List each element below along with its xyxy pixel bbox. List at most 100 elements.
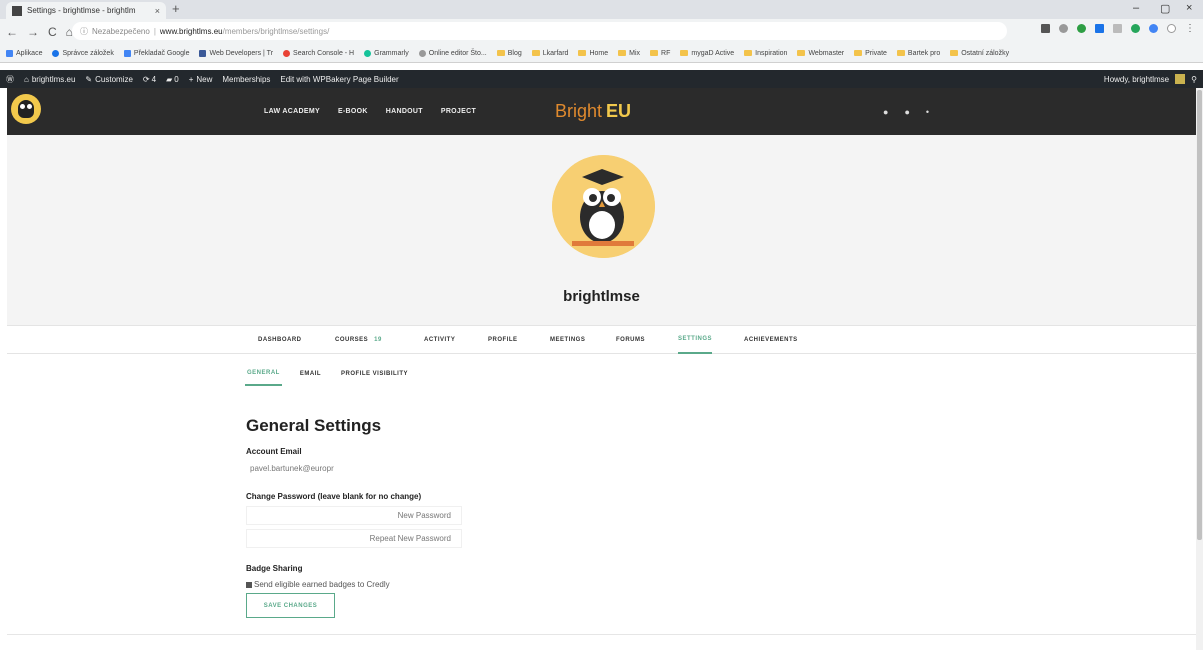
bookmark-folder[interactable]: Lkarfard (531, 50, 568, 57)
maximize-button[interactable]: ▢ (1160, 2, 1170, 15)
tab-profile[interactable]: PROFILE (488, 326, 518, 354)
menu-icon[interactable]: ⋮ (1185, 23, 1195, 34)
account-email-label: Account Email (246, 447, 302, 456)
tab-meetings[interactable]: MEETINGS (550, 326, 585, 354)
extension-blue-icon[interactable] (1095, 24, 1104, 33)
page-title: General Settings (246, 416, 382, 435)
bookmark-item[interactable]: Správce záložek (52, 49, 114, 57)
customize-link[interactable]: ✎ Customize (85, 75, 133, 84)
comments-link[interactable]: ▰ 0 (166, 75, 179, 84)
bookmark-item[interactable]: Web Developers | Tr (199, 49, 273, 57)
info-icon[interactable]: ⓘ (80, 26, 88, 37)
extension-green-icon[interactable] (1077, 24, 1086, 33)
nav-e-book[interactable]: E-BOOK (338, 108, 368, 115)
search-icon[interactable]: ● (883, 107, 888, 117)
extension-gray-icon[interactable] (1113, 24, 1122, 33)
apps-icon (6, 49, 13, 57)
bookmark-item[interactable]: Online editor Što... (418, 49, 487, 57)
owl-logo-icon[interactable] (11, 94, 41, 124)
bookmark-item[interactable]: Překladač Google (123, 49, 189, 57)
reload-icon[interactable]: C (48, 25, 57, 39)
browser-tab[interactable]: Settings - brightlmse - brightlm × (6, 2, 166, 19)
badge-sharing-checkbox[interactable]: Send eligible earned badges to Credly (246, 580, 390, 589)
folder-icon (578, 50, 587, 56)
profile-icon[interactable] (1167, 24, 1176, 33)
key-icon[interactable] (1041, 24, 1050, 33)
tab-activity[interactable]: ACTIVITY (424, 326, 455, 354)
star-icon[interactable] (1059, 24, 1068, 33)
subtab-profile-visibility[interactable]: PROFILE VISIBILITY (339, 362, 410, 386)
bookmarks-bar: Aplikace Správce záložek Překladač Googl… (0, 44, 1203, 63)
wordpress-logo-icon[interactable]: Ⓦ (6, 74, 14, 85)
browser-toolbar: ← → C ⌂ ⓘ Nezabezpečeno | www.brightlms.… (0, 19, 1203, 44)
memberships-link[interactable]: Memberships (222, 75, 270, 84)
scrollbar-thumb[interactable] (1197, 90, 1202, 540)
nav-project[interactable]: PROJECT (441, 108, 476, 115)
bookmark-item[interactable]: Grammarly (364, 49, 409, 57)
subtab-email[interactable]: EMAIL (298, 362, 323, 386)
admin-site-link[interactable]: ⌂ brightlms.eu (24, 75, 75, 84)
tab-courses[interactable]: COURSES 19 (335, 326, 382, 354)
wp-admin-bar: Ⓦ ⌂ brightlms.eu ✎ Customize ⟳ 4 ▰ 0 + New Me… (0, 70, 1203, 88)
site-header: LAW ACADEMY E-BOOK HANDOUT PROJECT Brigh… (7, 88, 1196, 135)
bookmark-folder[interactable]: mygaD Active (680, 50, 734, 57)
profile-avatar (552, 155, 655, 258)
security-label: Nezabezpečeno (92, 26, 150, 36)
minimize-button[interactable]: – (1133, 2, 1139, 14)
close-tab-icon[interactable]: × (155, 6, 160, 16)
bookmark-folder[interactable]: Mix (618, 50, 640, 57)
tab-dashboard[interactable]: DASHBOARD (258, 326, 302, 354)
header-icons: ● ● • (883, 88, 929, 135)
tab-settings[interactable]: SETTINGS (678, 326, 713, 354)
back-icon[interactable]: ← (6, 25, 18, 39)
bookmark-folder[interactable]: Home (578, 50, 608, 57)
brand-logo[interactable]: Bright EU (555, 96, 637, 126)
repeat-password-field[interactable]: Repeat New Password (246, 529, 462, 548)
new-password-field[interactable]: New Password (246, 506, 462, 525)
extension-arrow-icon[interactable] (1149, 24, 1158, 33)
user-avatar-icon[interactable] (1175, 74, 1186, 84)
url-host: www.brightlms.eu (159, 26, 223, 36)
bookmark-item[interactable]: Aplikace (6, 49, 42, 57)
address-bar[interactable]: ⓘ Nezabezpečeno | www.brightlms.eu /memb… (72, 22, 1007, 40)
extension-grammarly-icon[interactable] (1131, 24, 1140, 33)
other-bookmarks[interactable]: Ostatní záložky (950, 50, 1009, 57)
updates-link[interactable]: ⟳ 4 (143, 75, 156, 84)
nav-law-academy[interactable]: LAW ACADEMY (264, 108, 320, 115)
bookmark-icon (283, 49, 291, 57)
folder-icon (531, 50, 540, 56)
bookmark-item[interactable]: Search Console - H (283, 49, 354, 57)
tab-forums[interactable]: FORUMS (616, 326, 645, 354)
subtab-general[interactable]: GENERAL (245, 362, 282, 386)
bookmark-folder[interactable]: Bartek pro (896, 50, 940, 57)
tab-achievements[interactable]: ACHIEVEMENTS (744, 326, 798, 354)
folder-icon (650, 50, 659, 56)
new-content-link[interactable]: + New (189, 75, 213, 84)
howdy-link[interactable]: Howdy, brightlmse (1104, 75, 1169, 84)
site-favicon-icon (12, 5, 22, 16)
nav-handout[interactable]: HANDOUT (386, 108, 423, 115)
new-tab-button[interactable]: + (172, 1, 180, 16)
email-field[interactable]: pavel.bartunek@europr (246, 459, 462, 478)
profile-username: brightlmse (563, 288, 640, 305)
owl-avatar-icon (552, 155, 655, 258)
bookmark-icon (52, 49, 60, 57)
bookmark-folder[interactable]: Webmaster (797, 50, 844, 57)
save-changes-button[interactable]: SAVE CHANGES (246, 593, 335, 618)
close-window-button[interactable]: × (1186, 2, 1192, 14)
cart-icon[interactable]: • (926, 107, 929, 117)
forward-icon[interactable]: → (27, 25, 39, 39)
folder-icon (950, 50, 959, 56)
divider (7, 634, 1196, 635)
bookmark-folder[interactable]: Inspiration (744, 50, 787, 57)
bookmark-folder[interactable]: Private (854, 50, 887, 57)
bookmark-folder[interactable]: RF (650, 50, 670, 57)
user-icon[interactable]: ● (904, 107, 909, 117)
checkbox-checked-icon[interactable] (246, 581, 252, 588)
folder-icon (744, 50, 753, 56)
bookmark-folder[interactable]: Blog (496, 50, 522, 57)
search-icon[interactable]: ⚲ (1191, 75, 1197, 84)
grammarly-icon (364, 49, 372, 57)
home-icon: ⌂ (24, 74, 29, 84)
page-builder-link[interactable]: Edit with WPBakery Page Builder (280, 75, 398, 84)
